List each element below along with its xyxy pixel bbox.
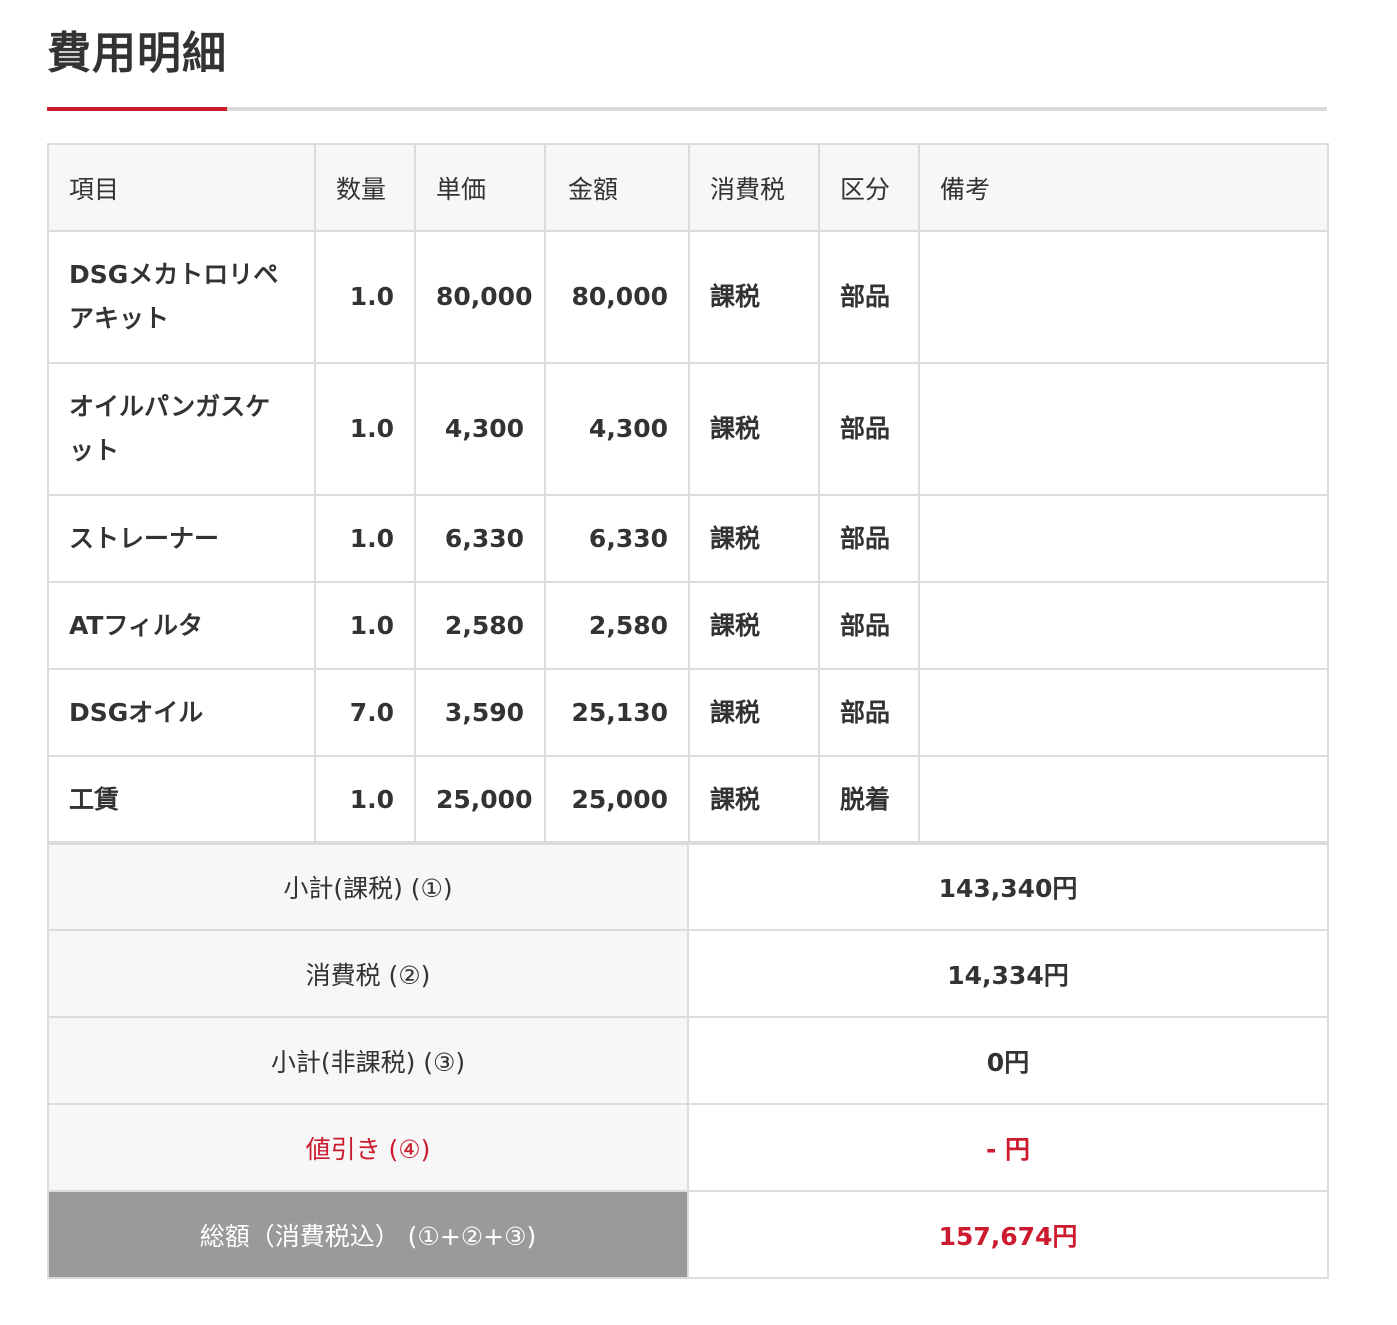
cost-items-table: 項目 数量 単価 金額 消費税 区分 備考 DSGメカトロリペアキット 1.0 …: [47, 143, 1329, 844]
cell-notes: [918, 230, 1329, 364]
header-notes: 備考: [918, 143, 1329, 232]
cell-item: ATフィルタ: [47, 581, 316, 670]
table-row: ATフィルタ 1.0 2,580 2,580 課税 部品: [47, 581, 1329, 670]
cell-item: DSGメカトロリペアキット: [47, 230, 316, 364]
cell-unit-price: 25,000: [414, 755, 546, 844]
subtotal-nontaxable-label: 小計(非課税) (③): [47, 1016, 689, 1105]
cell-category: 部品: [818, 362, 920, 496]
subtotal-taxable-label: 小計(課税) (①): [47, 842, 689, 931]
grand-total-value: 157,674円: [687, 1190, 1329, 1279]
cell-item: ストレーナー: [47, 494, 316, 583]
cell-notes: [918, 755, 1329, 844]
totals-row-grand-total: 総額（消費税込） (①+②+③) 157,674円: [47, 1190, 1329, 1279]
cell-item: 工賃: [47, 755, 316, 844]
cell-amount: 25,000: [544, 755, 690, 844]
grand-total-label: 総額（消費税込） (①+②+③): [47, 1190, 689, 1279]
header-quantity: 数量: [314, 143, 416, 232]
cell-tax: 課税: [688, 362, 820, 496]
cell-item: DSGオイル: [47, 668, 316, 757]
cell-amount: 25,130: [544, 668, 690, 757]
cell-category: 部品: [818, 230, 920, 364]
discount-value: - 円: [687, 1103, 1329, 1192]
cell-unit-price: 80,000: [414, 230, 546, 364]
table-row: DSGオイル 7.0 3,590 25,130 課税 部品: [47, 668, 1329, 757]
header-category: 区分: [818, 143, 920, 232]
cell-quantity: 7.0: [314, 668, 416, 757]
title-underline: [47, 107, 1327, 111]
header-item: 項目: [47, 143, 316, 232]
cell-unit-price: 4,300: [414, 362, 546, 496]
subtotal-nontaxable-value: 0円: [687, 1016, 1329, 1105]
cell-unit-price: 3,590: [414, 668, 546, 757]
consumption-tax-value: 14,334円: [687, 929, 1329, 1018]
cell-tax: 課税: [688, 230, 820, 364]
header-amount: 金額: [544, 143, 690, 232]
consumption-tax-label: 消費税 (②): [47, 929, 689, 1018]
table-header-row: 項目 数量 単価 金額 消費税 区分 備考: [47, 143, 1329, 232]
cell-tax: 課税: [688, 581, 820, 670]
cell-quantity: 1.0: [314, 230, 416, 364]
cell-tax: 課税: [688, 494, 820, 583]
cell-unit-price: 6,330: [414, 494, 546, 583]
cell-item: オイルパンガスケット: [47, 362, 316, 496]
totals-row-subtotal-nontaxable: 小計(非課税) (③) 0円: [47, 1016, 1329, 1105]
header-unit-price: 単価: [414, 143, 546, 232]
cell-category: 部品: [818, 668, 920, 757]
cell-tax: 課税: [688, 668, 820, 757]
totals-row-consumption-tax: 消費税 (②) 14,334円: [47, 929, 1329, 1018]
totals-table: 小計(課税) (①) 143,340円 消費税 (②) 14,334円 小計(非…: [47, 841, 1329, 1279]
cell-amount: 6,330: [544, 494, 690, 583]
subtotal-taxable-value: 143,340円: [687, 842, 1329, 931]
header-tax: 消費税: [688, 143, 820, 232]
totals-row-subtotal-taxable: 小計(課税) (①) 143,340円: [47, 842, 1329, 931]
cell-category: 部品: [818, 581, 920, 670]
totals-row-discount: 値引き (④) - 円: [47, 1103, 1329, 1192]
cell-quantity: 1.0: [314, 755, 416, 844]
cell-notes: [918, 581, 1329, 670]
cell-amount: 80,000: [544, 230, 690, 364]
cell-unit-price: 2,580: [414, 581, 546, 670]
cell-amount: 2,580: [544, 581, 690, 670]
table-row: 工賃 1.0 25,000 25,000 課税 脱着: [47, 755, 1329, 844]
cell-quantity: 1.0: [314, 494, 416, 583]
cell-category: 脱着: [818, 755, 920, 844]
cell-amount: 4,300: [544, 362, 690, 496]
cell-notes: [918, 494, 1329, 583]
cell-notes: [918, 668, 1329, 757]
cell-category: 部品: [818, 494, 920, 583]
cell-tax: 課税: [688, 755, 820, 844]
table-row: DSGメカトロリペアキット 1.0 80,000 80,000 課税 部品: [47, 230, 1329, 364]
table-row: オイルパンガスケット 1.0 4,300 4,300 課税 部品: [47, 362, 1329, 496]
cell-quantity: 1.0: [314, 581, 416, 670]
discount-label: 値引き (④): [47, 1103, 689, 1192]
title-underline-accent: [47, 107, 227, 111]
table-row: ストレーナー 1.0 6,330 6,330 課税 部品: [47, 494, 1329, 583]
cell-quantity: 1.0: [314, 362, 416, 496]
page-title: 費用明細: [47, 28, 227, 79]
cell-notes: [918, 362, 1329, 496]
